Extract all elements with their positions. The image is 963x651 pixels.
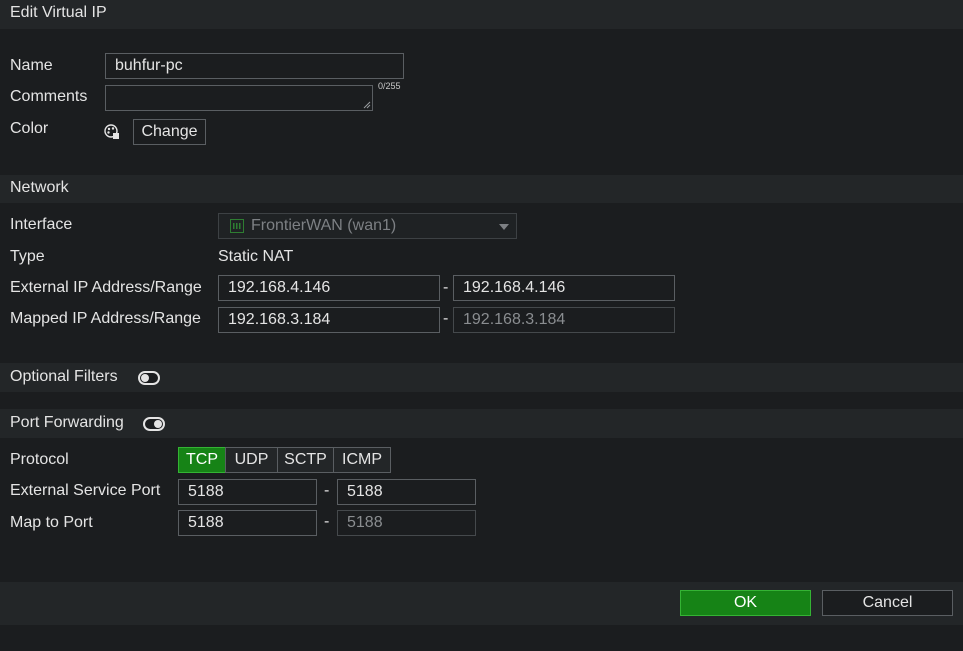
toggle-knob xyxy=(141,374,149,382)
comments-counter: 0/255 xyxy=(378,81,401,91)
map-port-start-input[interactable]: 5188 xyxy=(178,510,317,536)
optional-filters-label: Optional Filters xyxy=(10,368,118,385)
protocol-icmp-button[interactable]: ICMP xyxy=(333,447,391,473)
external-ip-end-input[interactable]: 192.168.4.146 xyxy=(453,275,675,301)
protocol-label: Protocol xyxy=(10,451,69,468)
comments-label: Comments xyxy=(10,88,88,105)
map-port-separator: - xyxy=(324,513,330,530)
external-ip-start-input[interactable]: 192.168.4.146 xyxy=(218,275,440,301)
port-forwarding-label: Port Forwarding xyxy=(10,414,124,431)
name-label: Name xyxy=(10,57,53,74)
map-port-end-input: 5188 xyxy=(337,510,476,536)
toggle-knob xyxy=(154,420,162,428)
protocol-tcp-button[interactable]: TCP xyxy=(178,447,226,473)
comments-textarea[interactable] xyxy=(105,85,373,111)
protocol-udp-button[interactable]: UDP xyxy=(225,447,278,473)
color-label: Color xyxy=(10,120,49,137)
change-color-button[interactable]: Change xyxy=(133,119,206,145)
type-label: Type xyxy=(10,248,45,265)
mapped-ip-end-input: 192.168.3.184 xyxy=(453,307,675,333)
mapped-ip-separator: - xyxy=(443,310,449,327)
external-port-label: External Service Port xyxy=(10,482,161,499)
external-ip-separator: - xyxy=(443,279,449,296)
ok-button[interactable]: OK xyxy=(680,590,811,616)
external-port-end-input[interactable]: 5188 xyxy=(337,479,476,505)
interface-select[interactable]: FrontierWAN (wan1) xyxy=(218,213,517,239)
network-section-title: Network xyxy=(10,179,69,196)
optional-filters-toggle[interactable] xyxy=(138,371,160,385)
type-value: Static NAT xyxy=(218,248,294,265)
map-port-label: Map to Port xyxy=(10,514,93,531)
network-section-header xyxy=(0,175,963,203)
mapped-ip-start-input[interactable]: 192.168.3.184 xyxy=(218,307,440,333)
dialog-footer xyxy=(0,582,963,625)
port-forwarding-toggle[interactable] xyxy=(143,417,165,431)
interface-label: Interface xyxy=(10,216,73,233)
cancel-button[interactable]: Cancel xyxy=(822,590,953,616)
dialog-header xyxy=(0,0,963,29)
interface-select-value: FrontierWAN (wan1) xyxy=(251,217,397,234)
mapped-ip-label: Mapped IP Address/Range xyxy=(10,310,201,327)
resize-handle-icon[interactable] xyxy=(363,101,371,109)
name-input[interactable]: buhfur-pc xyxy=(105,53,404,79)
protocol-sctp-button[interactable]: SCTP xyxy=(277,447,334,473)
chevron-down-icon xyxy=(499,224,509,230)
color-palette-icon xyxy=(104,124,119,139)
network-port-icon xyxy=(230,219,244,233)
dialog-title: Edit Virtual IP xyxy=(10,4,107,21)
external-port-separator: - xyxy=(324,482,330,499)
external-port-start-input[interactable]: 5188 xyxy=(178,479,317,505)
external-ip-label: External IP Address/Range xyxy=(10,279,202,296)
